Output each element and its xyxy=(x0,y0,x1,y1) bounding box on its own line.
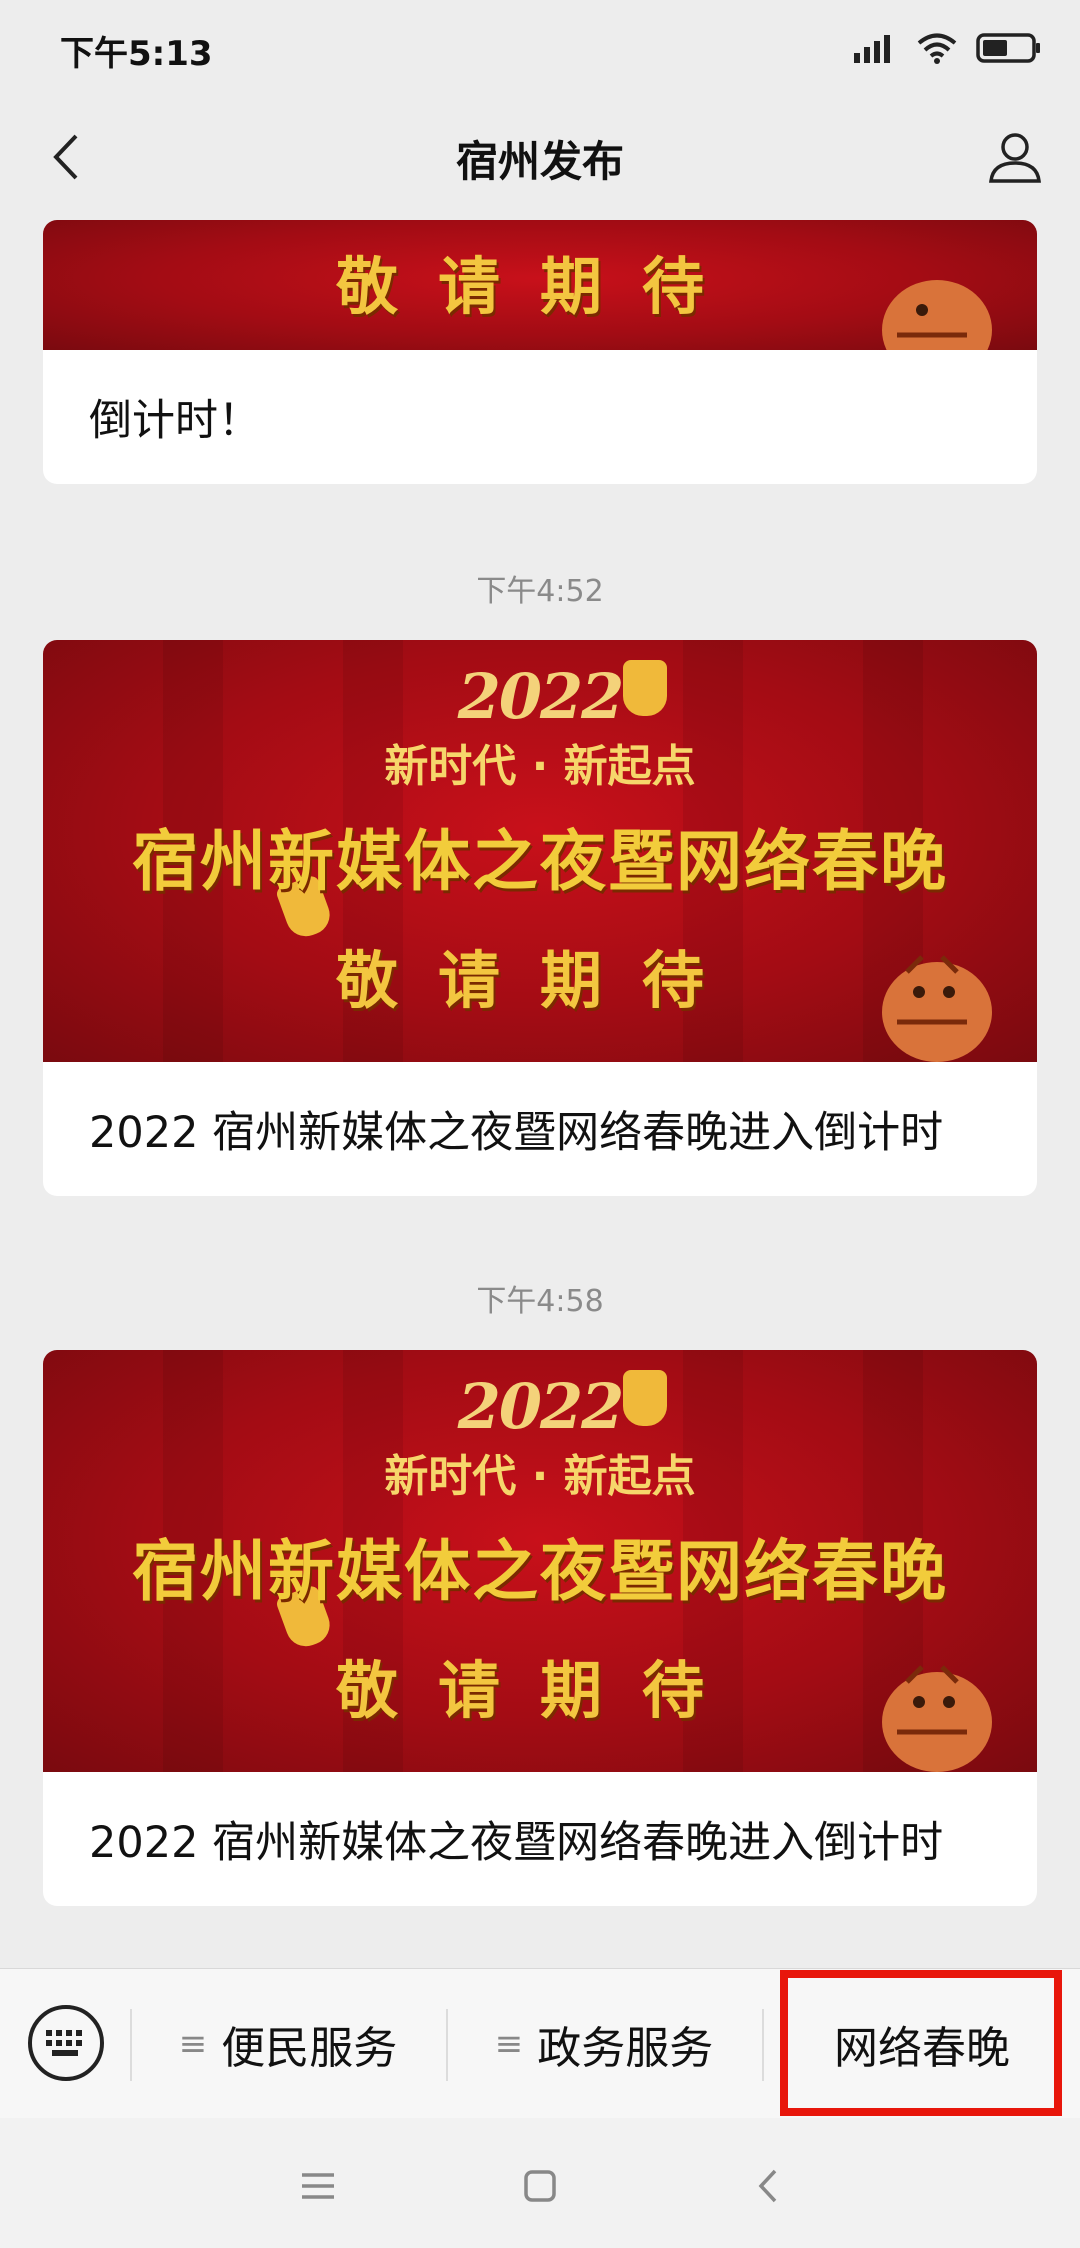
menu-icon xyxy=(302,2173,334,2199)
status-bar: 下午5:13 xyxy=(0,0,1080,100)
image-headline: 宿州新媒体之夜暨网络春晚 xyxy=(132,823,948,900)
page-title: 宿州发布 xyxy=(455,137,624,186)
article-title: 2022 宿州新媒体之夜暨网络春晚进入倒计时 xyxy=(89,1818,944,1868)
article-image: 2022 新时代 · 新起点 宿州新媒体之夜暨网络春晚 敬请期待 xyxy=(43,1350,1037,1772)
wifi-icon xyxy=(917,33,957,64)
image-year: 2022 xyxy=(457,660,625,733)
menu-item-government-services[interactable]: ≡ 政务服务 xyxy=(448,1969,760,2119)
profile-button[interactable] xyxy=(980,122,1050,192)
list-icon: ≡ xyxy=(178,2024,208,2064)
home-square-icon xyxy=(524,2170,556,2202)
highlight-annotation xyxy=(780,1970,1062,2116)
image-year: 2022 xyxy=(457,1370,625,1443)
menu-item-label: 便民服务 xyxy=(221,2023,398,2074)
system-back-button[interactable] xyxy=(738,2156,798,2216)
signal-icon xyxy=(854,35,890,63)
message-timestamp: 下午4:58 xyxy=(476,1284,604,1319)
article-card[interactable]: 2022 新时代 · 新起点 宿州新媒体之夜暨网络春晚 敬请期待 2022 宿州… xyxy=(43,1350,1037,1906)
home-button[interactable] xyxy=(510,2156,570,2216)
list-icon: ≡ xyxy=(494,2024,524,2064)
message-timestamp: 下午4:52 xyxy=(476,574,604,609)
status-time: 下午5:13 xyxy=(60,34,213,74)
menu-item-label: 政务服务 xyxy=(537,2023,714,2074)
article-title: 2022 宿州新媒体之夜暨网络春晚进入倒计时 xyxy=(89,1108,944,1158)
menu-item-convenience-services[interactable]: ≡ 便民服务 xyxy=(132,1969,444,2119)
tiger-illustration xyxy=(882,955,992,1062)
message-feed: 敬请期待 倒计时！ 下午4:52 2022 新时代 · 新起点 宿州新媒体之夜暨… xyxy=(0,220,1080,1968)
image-slogan: 新时代 · 新起点 xyxy=(384,1451,696,1502)
user-icon xyxy=(989,133,1041,183)
status-icons xyxy=(854,28,1042,68)
image-slogan: 新时代 · 新起点 xyxy=(384,741,696,792)
battery-icon xyxy=(976,33,1040,63)
article-title: 倒计时！ xyxy=(89,396,261,446)
keyboard-toggle-button[interactable] xyxy=(28,2005,104,2081)
article-image: 敬请期待 xyxy=(43,220,1037,350)
system-navigation-bar xyxy=(0,2118,1080,2248)
article-image: 2022 新时代 · 新起点 宿州新媒体之夜暨网络春晚 敬请期待 xyxy=(43,640,1037,1062)
article-card[interactable]: 2022 新时代 · 新起点 宿州新媒体之夜暨网络春晚 敬请期待 2022 宿州… xyxy=(43,640,1037,1196)
article-card[interactable]: 敬请期待 倒计时！ xyxy=(43,220,1037,484)
image-headline: 宿州新媒体之夜暨网络春晚 xyxy=(132,1533,948,1610)
chevron-left-icon xyxy=(758,2169,777,2203)
tiger-illustration xyxy=(882,1665,992,1772)
keyboard-icon xyxy=(46,2030,82,2056)
recent-apps-button[interactable] xyxy=(288,2156,348,2216)
tiger-illustration xyxy=(882,280,992,350)
navigation-bar: 宿州发布 xyxy=(0,100,1080,220)
